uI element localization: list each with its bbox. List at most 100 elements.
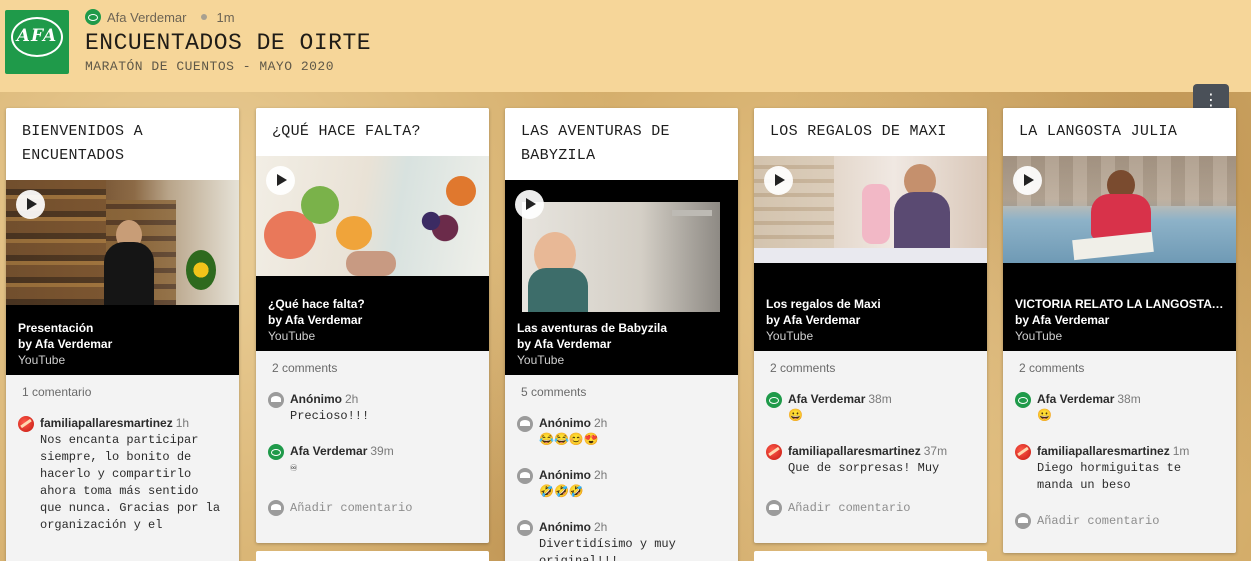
- video-embed[interactable]: Las aventuras de Babyzila by Afa Verdema…: [505, 180, 738, 375]
- comment-text: Nos encanta participar siempre, lo bonit…: [40, 433, 228, 532]
- add-comment-field[interactable]: Añadir comentario: [766, 499, 971, 516]
- post-card[interactable]: [256, 551, 489, 561]
- comment-time: 39m: [370, 444, 394, 458]
- commenter-name[interactable]: Afa Verdemar: [788, 392, 865, 406]
- comment-item: familiapallaresmartinez 1h Nos encanta pa…: [18, 415, 223, 534]
- video-title[interactable]: Los regalos de Maxi: [766, 296, 976, 312]
- commenter-name[interactable]: familiapallaresmartinez: [40, 416, 173, 430]
- commenter-avatar[interactable]: [766, 392, 782, 408]
- video-embed[interactable]: VICTORIA RELATO LA LANGOSTA JULIA by Afa…: [1003, 156, 1236, 351]
- comments-section: 1 comentario familiapallaresmartinez 1h N…: [6, 375, 239, 561]
- video-title[interactable]: VICTORIA RELATO LA LANGOSTA JULIA: [1015, 296, 1225, 312]
- comment-item: Anónimo 2h Divertidísimo y muy original!!…: [517, 519, 722, 561]
- comment-time: 37m: [923, 444, 948, 458]
- comment-text: Precioso!!!: [290, 409, 370, 423]
- author-name[interactable]: Afa Verdemar: [107, 10, 187, 25]
- video-embed[interactable]: Los regalos de Maxi by Afa Verdemar YouT…: [754, 156, 987, 351]
- commenter-avatar[interactable]: [268, 444, 284, 460]
- video-author: by Afa Verdemar: [766, 313, 861, 327]
- commenter-name[interactable]: Afa Verdemar: [1037, 392, 1114, 406]
- video-source: YouTube: [766, 329, 814, 343]
- comment-count[interactable]: 2 comments: [770, 361, 971, 375]
- comment-text: 😀: [788, 409, 803, 423]
- comment-item: Anónimo 2h Precioso!!!: [268, 391, 473, 425]
- board-author-row: Afa Verdemar 1m: [85, 9, 235, 25]
- comment-item: familiapallaresmartinez 37m Que de sorpre…: [766, 443, 971, 477]
- add-comment-placeholder: Añadir comentario: [290, 500, 413, 515]
- commenter-name[interactable]: familiapallaresmartinez: [1037, 444, 1170, 458]
- comment-time: 2h: [594, 416, 608, 430]
- comment-item: Anónimo 2h 😂😂😊😍: [517, 415, 722, 449]
- post-card[interactable]: LA LANGOSTA JULIA VICTORIA RELATO LA LAN…: [1003, 108, 1236, 553]
- comment-count[interactable]: 1 comentario: [22, 385, 223, 399]
- video-author: by Afa Verdemar: [517, 337, 612, 351]
- column-que-hace-falta: ¿QUÉ HACE FALTA? ¿Qué hace falta? by Afa…: [256, 108, 489, 561]
- commenter-name: Anónimo: [539, 416, 591, 430]
- play-icon[interactable]: [764, 166, 793, 195]
- comments-section: 2 comments Afa Verdemar 38m 😀 familiapall…: [754, 351, 987, 543]
- column-langosta-julia: LA LANGOSTA JULIA VICTORIA RELATO LA LAN…: [1003, 108, 1236, 553]
- post-card[interactable]: LAS AVENTURAS DE BABYZILA Las aventuras …: [505, 108, 738, 561]
- video-embed[interactable]: ¿Qué hace falta? by Afa Verdemar YouTube: [256, 156, 489, 351]
- video-meta: Las aventuras de Babyzila by Afa Verdema…: [517, 320, 727, 368]
- separator-dot: [200, 14, 207, 20]
- play-icon[interactable]: [266, 166, 295, 195]
- commenter-avatar[interactable]: [1015, 392, 1031, 408]
- comments-section: 5 comments Anónimo 2h 😂😂😊😍 Anónimo 2h 🤣🤣🤣: [505, 375, 738, 561]
- post-card[interactable]: ¿QUÉ HACE FALTA? ¿Qué hace falta? by Afa…: [256, 108, 489, 543]
- video-title[interactable]: Presentación: [18, 320, 228, 336]
- commenter-name[interactable]: familiapallaresmartinez: [788, 444, 921, 458]
- comment-count[interactable]: 2 comments: [1019, 361, 1220, 375]
- anonymous-avatar-icon: [517, 468, 533, 484]
- comment-text: 🤣🤣🤣: [539, 485, 584, 499]
- comment-text: 😀: [1037, 409, 1052, 423]
- comment-count[interactable]: 5 comments: [521, 385, 722, 399]
- comment-time: 2h: [345, 392, 359, 406]
- play-icon[interactable]: [1013, 166, 1042, 195]
- post-time: 1m: [216, 9, 235, 25]
- commenter-name: Anónimo: [290, 392, 342, 406]
- add-comment-placeholder: Añadir comentario: [788, 500, 911, 515]
- commenter-avatar[interactable]: [1015, 444, 1031, 460]
- add-comment-field[interactable]: Añadir comentario: [1015, 512, 1220, 529]
- post-card[interactable]: [754, 551, 987, 561]
- commenter-avatar[interactable]: [18, 416, 34, 432]
- comment-count[interactable]: 2 comments: [272, 361, 473, 375]
- anonymous-avatar-icon: [268, 500, 284, 516]
- anonymous-avatar-icon: [766, 500, 782, 516]
- play-icon[interactable]: [16, 190, 45, 219]
- post-title: ¿QUÉ HACE FALTA?: [256, 108, 489, 156]
- anonymous-avatar-icon: [268, 392, 284, 408]
- commenter-avatar[interactable]: [766, 444, 782, 460]
- board-header: AFA Afa Verdemar 1m ENCUENTADOS DE OIRTE…: [0, 0, 1251, 92]
- video-meta: VICTORIA RELATO LA LANGOSTA JULIA by Afa…: [1015, 296, 1225, 344]
- comment-item: Afa Verdemar 39m ♾: [268, 443, 473, 477]
- video-meta: Presentación by Afa Verdemar YouTube: [18, 320, 228, 368]
- comment-time: 1m: [1172, 444, 1190, 458]
- post-title: LA LANGOSTA JULIA: [1003, 108, 1236, 156]
- video-thumbnail: [522, 202, 720, 312]
- logo-text: AFA: [16, 26, 58, 46]
- author-avatar[interactable]: [85, 9, 101, 25]
- comment-item: Afa Verdemar 38m 😀: [1015, 391, 1220, 425]
- post-card[interactable]: BIENVENIDOS A ENCUENTADOS Presentación b…: [6, 108, 239, 561]
- video-title[interactable]: ¿Qué hace falta?: [268, 296, 478, 312]
- video-title[interactable]: Las aventuras de Babyzila: [517, 320, 727, 336]
- play-icon[interactable]: [515, 190, 544, 219]
- video-source: YouTube: [18, 353, 66, 367]
- comment-time: 38m: [868, 392, 892, 406]
- comment-text: Que de sorpresas! Muy: [788, 461, 940, 475]
- commenter-name[interactable]: Afa Verdemar: [290, 444, 367, 458]
- post-card[interactable]: LOS REGALOS DE MAXI Los regalos de Maxi …: [754, 108, 987, 543]
- comment-time: 1h: [175, 416, 190, 430]
- more-vertical-icon: ⋮: [1203, 92, 1219, 109]
- add-comment-field[interactable]: Añadir comentario: [268, 499, 473, 516]
- comment-text: ♾: [290, 461, 298, 475]
- comments-section: 2 comments Afa Verdemar 38m 😀 familiapall…: [1003, 351, 1236, 553]
- video-embed[interactable]: Presentación by Afa Verdemar YouTube: [6, 180, 239, 375]
- post-title: LOS REGALOS DE MAXI: [754, 108, 987, 156]
- comment-time: 2h: [594, 468, 608, 482]
- comment-text: Divertidísimo y muy original!!!: [539, 537, 684, 561]
- comment-time: 38m: [1117, 392, 1141, 406]
- comment-item: Anónimo 2h 🤣🤣🤣: [517, 467, 722, 501]
